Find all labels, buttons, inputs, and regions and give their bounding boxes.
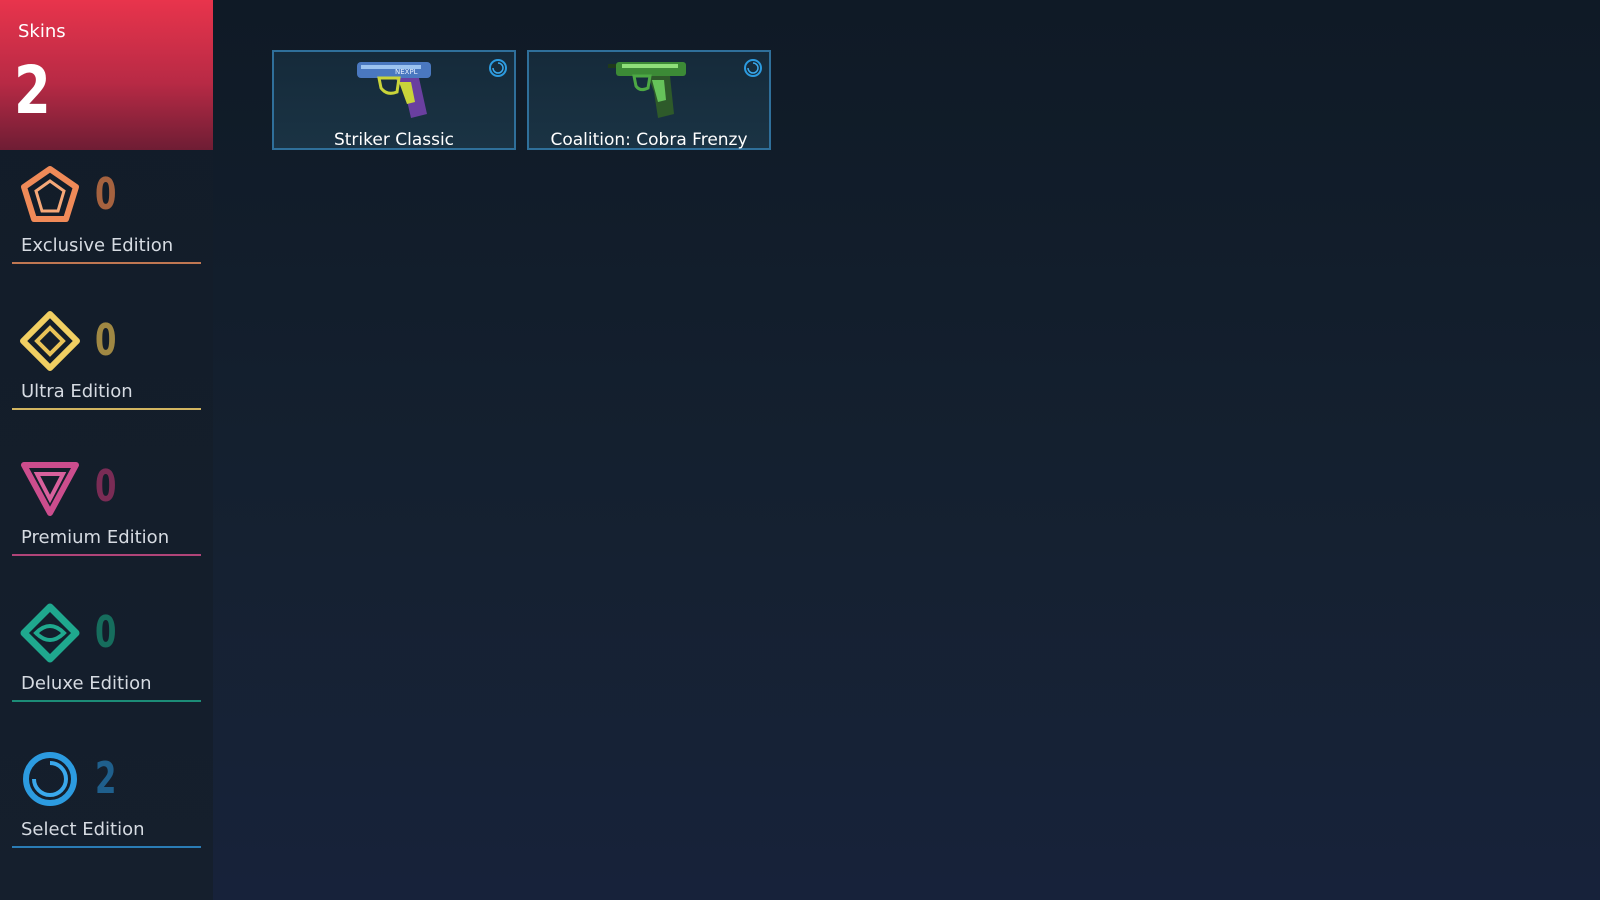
skin-name: Coalition: Cobra Frenzy (550, 130, 748, 150)
edition-underline (12, 554, 201, 556)
skin-name: Striker Classic (333, 130, 455, 150)
edition-count: 0 (95, 461, 117, 512)
edition-underline (12, 408, 201, 410)
skin-card-coalition-cobra-frenzy[interactable]: Coalition: Cobra Frenzy (527, 50, 771, 150)
total-skins-count: 2 (14, 52, 51, 129)
sidebar: Skins 2 0 Exclusive Edition 0 Ultra Edit… (0, 0, 213, 900)
edition-count: 2 (95, 753, 117, 804)
exclusive-edition-icon (20, 165, 80, 225)
edition-label: Ultra Edition (21, 381, 133, 402)
select-edition-icon (743, 58, 763, 78)
edition-filter-ultra[interactable]: 0 Ultra Edition (12, 311, 201, 421)
total-skins-card[interactable]: Skins 2 (0, 0, 213, 150)
svg-text:NEXPL: NEXPL (395, 68, 418, 76)
edition-filter-exclusive[interactable]: 0 Exclusive Edition (12, 165, 201, 275)
skin-card-striker-classic[interactable]: NEXPL Striker Classic (272, 50, 516, 150)
edition-count: 0 (95, 607, 117, 658)
premium-edition-icon (20, 457, 80, 517)
pistol-icon: NEXPL (339, 56, 449, 122)
edition-filter-deluxe[interactable]: 0 Deluxe Edition (12, 603, 201, 713)
edition-label: Select Edition (21, 819, 145, 840)
deluxe-edition-icon (20, 603, 80, 663)
pistol-icon (594, 56, 704, 122)
select-edition-icon (20, 749, 80, 809)
edition-underline (12, 262, 201, 264)
edition-label: Premium Edition (21, 527, 170, 548)
edition-filter-select[interactable]: 2 Select Edition (12, 749, 201, 859)
edition-label: Deluxe Edition (21, 673, 152, 694)
edition-count: 0 (95, 169, 117, 220)
ultra-edition-icon (20, 311, 80, 371)
edition-count: 0 (95, 315, 117, 366)
select-edition-icon (488, 58, 508, 78)
edition-underline (12, 846, 201, 848)
total-skins-label: Skins (18, 21, 66, 42)
edition-filter-premium[interactable]: 0 Premium Edition (12, 457, 201, 567)
edition-underline (12, 700, 201, 702)
edition-label: Exclusive Edition (21, 235, 174, 256)
